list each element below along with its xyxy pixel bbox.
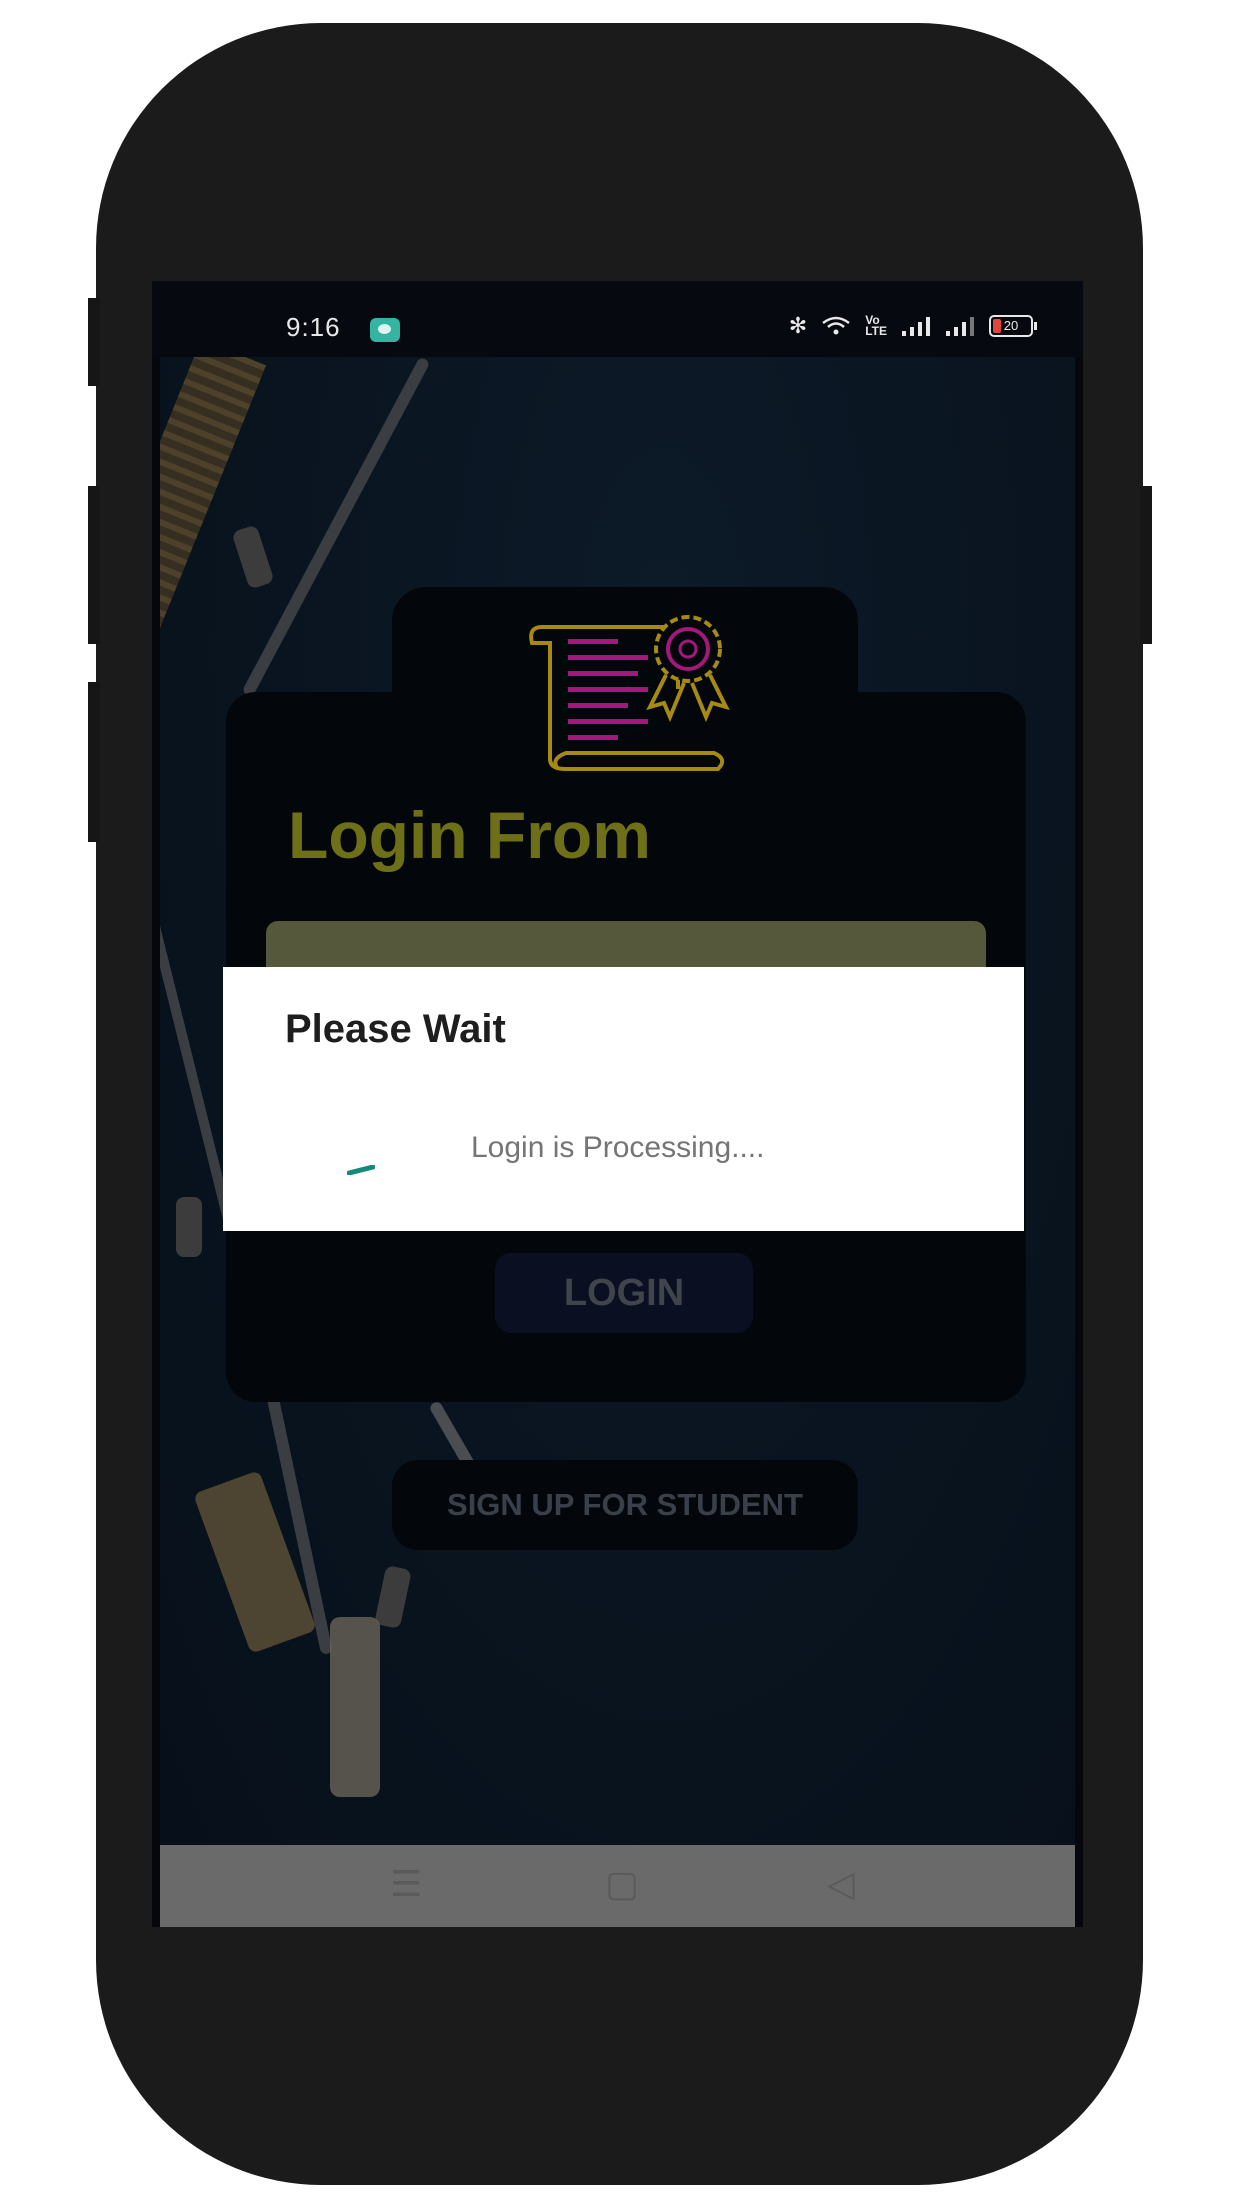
binder-clip-decoration — [176, 1197, 202, 1257]
navigation-bar: ☰ ▢ ◁ — [160, 1845, 1075, 1927]
dialog-title: Please Wait — [285, 1007, 506, 1051]
signal-icon — [946, 317, 974, 336]
battery-icon: 20 — [989, 315, 1037, 337]
status-bar: 9:16 ✻ Vo LTE 20 — [152, 281, 1083, 357]
side-button-left-2 — [88, 486, 100, 644]
battery-level: 20 — [1003, 318, 1019, 333]
loading-spinner-icon — [347, 1165, 375, 1175]
dialog-message: Login is Processing.... — [471, 1131, 765, 1164]
status-time: 9:16 — [286, 312, 341, 342]
back-icon[interactable]: ◁ — [827, 1863, 855, 1905]
progress-dialog: Please Wait Login is Processing.... — [223, 967, 1024, 1231]
message-app-icon — [370, 318, 400, 342]
tape-roll-decoration — [330, 1617, 380, 1797]
home-icon[interactable]: ▢ — [605, 1863, 639, 1905]
side-button-left-1 — [88, 298, 100, 386]
wifi-icon — [822, 316, 850, 335]
side-button-left-3 — [88, 682, 100, 842]
signal-icon — [902, 317, 930, 336]
status-icons: ✻ Vo LTE 20 — [788, 313, 1037, 339]
certificate-icon — [529, 615, 730, 771]
side-button-right — [1140, 486, 1152, 644]
login-title: Login From — [288, 798, 651, 872]
menu-icon[interactable]: ☰ — [390, 1863, 422, 1905]
signup-student-button[interactable]: SIGN UP FOR STUDENT — [392, 1460, 858, 1550]
login-button[interactable]: LOGIN — [495, 1253, 753, 1333]
binder-clip-decoration — [374, 1564, 412, 1630]
bluetooth-icon: ✻ — [788, 313, 808, 338]
binder-clip-decoration — [231, 524, 275, 590]
volte-icon: Vo LTE — [865, 313, 887, 338]
